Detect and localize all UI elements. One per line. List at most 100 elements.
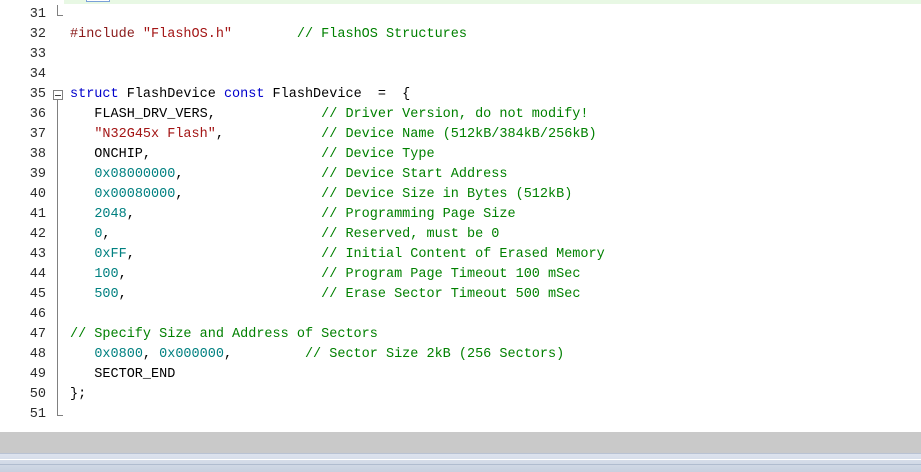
code-text[interactable]: 100, // Program Page Timeout 100 mSec xyxy=(70,265,580,285)
fold-guide-line xyxy=(57,165,58,185)
code-line[interactable]: 44 100, // Program Page Timeout 100 mSec xyxy=(0,265,921,285)
fold-guide-line xyxy=(57,105,58,125)
code-line[interactable]: 40 0x00080000, // Device Size in Bytes (… xyxy=(0,185,921,205)
code-line[interactable]: 48 0x0800, 0x000000, // Sector Size 2kB … xyxy=(0,345,921,365)
code-text[interactable]: 0xFF, // Initial Content of Erased Memor… xyxy=(70,245,604,265)
code-editor[interactable]: 31 32 #include "FlashOS.h" // FlashOS Stru… xyxy=(0,0,921,432)
fold-guide-line xyxy=(57,185,58,205)
code-token: FLASH_DRV_VERS, xyxy=(70,107,322,122)
line-number: 35 xyxy=(29,87,46,102)
fold-guide xyxy=(52,285,64,305)
fold-guide xyxy=(52,345,64,365)
fold-guide-line xyxy=(57,205,58,225)
line-number: 36 xyxy=(29,107,46,122)
code-token: , xyxy=(118,287,322,302)
fold-guide xyxy=(52,125,64,145)
code-text[interactable]: #include "FlashOS.h" // FlashOS Structur… xyxy=(70,25,467,45)
code-line[interactable]: 35 struct FlashDevice const FlashDevice =… xyxy=(0,85,921,105)
code-line[interactable]: 36 FLASH_DRV_VERS, // Driver Version, do… xyxy=(0,105,921,125)
code-line[interactable]: 50}; xyxy=(0,385,921,405)
code-token: 0x000000 xyxy=(159,347,224,362)
code-token: // Reserved, must be 0 xyxy=(321,227,500,242)
code-line[interactable]: 46 xyxy=(0,305,921,325)
code-line[interactable]: 45 500, // Erase Sector Timeout 500 mSec xyxy=(0,285,921,305)
code-text[interactable]: 500, // Erase Sector Timeout 500 mSec xyxy=(70,285,580,305)
code-line[interactable]: 37 "N32G45x Flash", // Device Name (512k… xyxy=(0,125,921,145)
line-number: 51 xyxy=(29,407,46,422)
code-line[interactable]: 43 0xFF, // Initial Content of Erased Me… xyxy=(0,245,921,265)
code-token: ONCHIP, xyxy=(70,147,322,162)
code-text[interactable]: }; xyxy=(70,385,86,405)
code-text[interactable]: 0, // Reserved, must be 0 xyxy=(70,225,499,245)
code-token: #include xyxy=(70,27,143,42)
code-line[interactable]: 51 xyxy=(0,405,921,425)
code-text[interactable]: 0x0800, 0x000000, // Sector Size 2kB (25… xyxy=(70,345,564,365)
code-token: , xyxy=(175,167,322,182)
line-number: 49 xyxy=(29,367,46,382)
code-line[interactable]: 39 0x08000000, // Device Start Address xyxy=(0,165,921,185)
text-cursor-box xyxy=(86,0,110,2)
code-token: // Program Page Timeout 100 mSec xyxy=(321,267,581,282)
fold-guide-line xyxy=(57,125,58,145)
code-line[interactable]: 31 xyxy=(0,5,921,25)
fold-guide-line xyxy=(57,265,58,285)
code-text[interactable]: 0x00080000, // Device Size in Bytes (512… xyxy=(70,185,572,205)
fold-guide xyxy=(52,165,64,185)
code-token: "FlashOS.h" xyxy=(142,27,233,42)
code-line[interactable]: 41 2048, // Programming Page Size xyxy=(0,205,921,225)
code-token: // Specify Size and Address of Sectors xyxy=(70,327,378,342)
code-token: , xyxy=(102,227,322,242)
code-text[interactable]: struct FlashDevice const FlashDevice = { xyxy=(70,85,410,105)
code-text[interactable]: FLASH_DRV_VERS, // Driver Version, do no… xyxy=(70,105,588,125)
line-number: 37 xyxy=(29,127,46,142)
code-line[interactable]: 32 #include "FlashOS.h" // FlashOS Struct… xyxy=(0,25,921,45)
line-number: 48 xyxy=(29,347,46,362)
fold-collapse-icon[interactable] xyxy=(52,85,64,105)
fold-guide-line xyxy=(57,285,58,305)
horizontal-scrollbar[interactable] xyxy=(0,432,921,453)
output-panel-splitter[interactable] xyxy=(0,453,921,472)
code-line[interactable]: 49 SECTOR_END xyxy=(0,365,921,385)
fold-end-marker xyxy=(52,5,64,25)
fold-guide-line xyxy=(57,305,58,325)
code-token: struct xyxy=(70,87,119,102)
line-number: 39 xyxy=(29,167,46,182)
line-number: 31 xyxy=(29,7,46,22)
code-token: 0x00080000 xyxy=(94,187,176,202)
code-text[interactable]: 0x08000000, // Device Start Address xyxy=(70,165,507,185)
code-text[interactable]: // Specify Size and Address of Sectors xyxy=(70,325,378,345)
fold-end-marker xyxy=(52,405,64,425)
code-line[interactable]: 42 0, // Reserved, must be 0 xyxy=(0,225,921,245)
code-token: }; xyxy=(70,387,87,402)
splitter-shadow xyxy=(0,464,921,465)
fold-guide-line xyxy=(57,385,58,405)
code-line[interactable]: 33 xyxy=(0,45,921,65)
line-number: 41 xyxy=(29,207,46,222)
code-line[interactable]: 47 // Specify Size and Address of Sectors xyxy=(0,325,921,345)
code-token: // Device Type xyxy=(321,147,435,162)
code-line[interactable]: 38 ONCHIP, // Device Type xyxy=(0,145,921,165)
fold-guide-line xyxy=(57,145,58,165)
fold-end-corner-icon xyxy=(57,405,63,416)
fold-guide xyxy=(52,225,64,245)
fold-guide xyxy=(52,245,64,265)
code-text[interactable]: ONCHIP, // Device Type xyxy=(70,145,435,165)
fold-end-corner-icon xyxy=(57,5,63,16)
code-text[interactable]: 2048, // Programming Page Size xyxy=(70,205,516,225)
code-token: // Programming Page Size xyxy=(321,207,516,222)
line-number: 42 xyxy=(29,227,46,242)
fold-guide xyxy=(52,265,64,285)
code-token: const xyxy=(223,87,265,102)
minus-box-icon[interactable] xyxy=(53,90,63,100)
code-text[interactable]: "N32G45x Flash", // Device Name (512kB/3… xyxy=(70,125,596,145)
fold-guide xyxy=(52,365,64,385)
code-line[interactable]: 34 xyxy=(0,65,921,85)
fold-guide-line xyxy=(57,345,58,365)
code-text[interactable]: SECTOR_END xyxy=(70,365,175,385)
